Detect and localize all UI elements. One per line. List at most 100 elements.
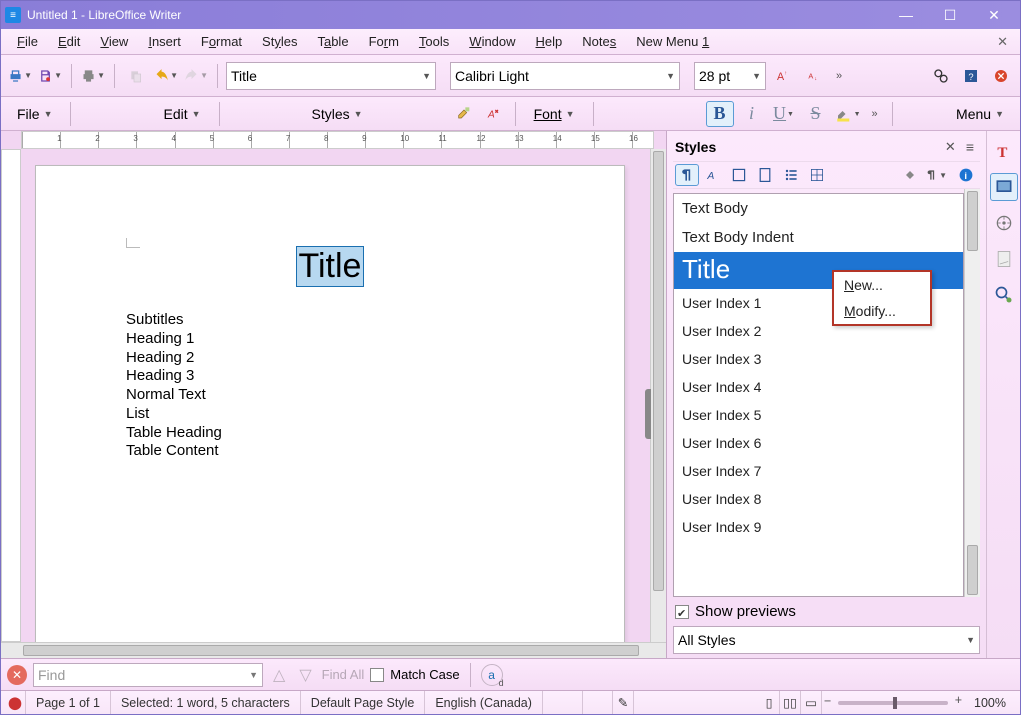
- undo-icon[interactable]: ▼: [153, 62, 179, 90]
- redo-icon[interactable]: ▼: [183, 62, 209, 90]
- doc-line[interactable]: Subtitles: [126, 311, 534, 330]
- menu-tools[interactable]: Tools: [409, 31, 459, 52]
- vertical-scrollbar[interactable]: [650, 149, 666, 642]
- print-icon[interactable]: ▼: [7, 62, 33, 90]
- document-close-icon[interactable]: ✕: [991, 34, 1014, 50]
- menu-view[interactable]: View: [90, 31, 138, 52]
- grow-font-icon[interactable]: A↑: [770, 62, 796, 90]
- doc-line[interactable]: Table Heading: [126, 424, 534, 443]
- tab-properties-icon[interactable]: T: [990, 137, 1018, 165]
- font-size-combo[interactable]: 28 pt ▼: [694, 62, 766, 90]
- horizontal-scrollbar[interactable]: [21, 643, 650, 658]
- doc-line[interactable]: Heading 2: [126, 349, 534, 368]
- paragraph-style-combo[interactable]: Title ▼: [226, 62, 436, 90]
- highlight-color-button[interactable]: ▼: [834, 101, 862, 127]
- status-selection[interactable]: Selected: 1 word, 5 characters: [111, 691, 301, 714]
- find-options-icon[interactable]: a: [481, 664, 503, 686]
- find-all-button[interactable]: Find All: [322, 667, 365, 682]
- tab-page-icon[interactable]: [990, 281, 1018, 309]
- find-close-icon[interactable]: ✕: [7, 665, 27, 685]
- bold-button[interactable]: B: [706, 101, 734, 127]
- context-modify[interactable]: Modify...: [834, 298, 930, 324]
- help-icon[interactable]: ?: [958, 62, 984, 90]
- save-status-icon[interactable]: ⬤: [5, 691, 26, 714]
- view-single-icon[interactable]: ▯: [759, 691, 780, 714]
- file-dropdown[interactable]: File▼: [7, 103, 62, 125]
- toolbar2-overflow-icon[interactable]: »: [866, 108, 884, 120]
- copy-icon[interactable]: [123, 62, 149, 90]
- scroll-thumb[interactable]: [967, 545, 978, 595]
- styles-dropdown[interactable]: Styles▼: [302, 103, 373, 125]
- find-prev-icon[interactable]: △: [269, 665, 289, 685]
- doc-line[interactable]: Table Content: [126, 442, 534, 461]
- find-input[interactable]: Find ▼: [33, 663, 263, 687]
- status-zoom[interactable]: 100%: [964, 691, 1016, 714]
- doc-line[interactable]: Heading 3: [126, 367, 534, 386]
- italic-button[interactable]: i: [738, 101, 766, 127]
- status-insert-mode[interactable]: [543, 691, 583, 714]
- print-direct-icon[interactable]: ▼: [80, 62, 106, 90]
- document-body[interactable]: Subtitles Heading 1 Heading 2 Heading 3 …: [126, 311, 534, 461]
- panel-grip[interactable]: [645, 389, 651, 439]
- menu-table[interactable]: Table: [307, 31, 358, 52]
- signature-icon[interactable]: ✎: [613, 691, 634, 714]
- match-case-checkbox[interactable]: [370, 668, 384, 682]
- style-item[interactable]: User Index 5: [674, 401, 963, 429]
- scroll-thumb[interactable]: [23, 645, 639, 656]
- menu-form[interactable]: Form: [359, 31, 409, 52]
- menu-newmenu1[interactable]: New Menu 1: [626, 31, 719, 52]
- status-language[interactable]: English (Canada): [425, 691, 543, 714]
- panel-close-icon[interactable]: ✕: [939, 139, 962, 155]
- find-next-icon[interactable]: ▽: [295, 665, 315, 685]
- new-style-dropdown-icon[interactable]: ▼: [924, 164, 948, 186]
- style-item[interactable]: User Index 3: [674, 345, 963, 373]
- menu-insert[interactable]: Insert: [138, 31, 191, 52]
- view-book-icon[interactable]: ▭: [801, 691, 822, 714]
- character-styles-icon[interactable]: A: [701, 164, 725, 186]
- info-icon[interactable]: i: [954, 164, 978, 186]
- horizontal-ruler[interactable]: 12345678910111213141516: [21, 131, 654, 149]
- style-item[interactable]: User Index 9: [674, 513, 963, 541]
- toolbar-overflow-icon[interactable]: »: [830, 70, 848, 82]
- close-doc-icon[interactable]: [988, 62, 1014, 90]
- view-multi-icon[interactable]: ▯▯: [780, 691, 801, 714]
- underline-button[interactable]: U▼: [770, 101, 798, 127]
- page-viewport[interactable]: Title Subtitles Heading 1 Heading 2 Head…: [21, 149, 650, 642]
- clone-formatting-icon[interactable]: [451, 100, 477, 128]
- page-styles-icon[interactable]: [753, 164, 777, 186]
- menu-dropdown[interactable]: Menu▼: [946, 103, 1014, 125]
- document-title-text[interactable]: Title: [296, 246, 365, 287]
- scroll-thumb[interactable]: [967, 191, 978, 251]
- menu-styles[interactable]: Styles: [252, 31, 307, 52]
- frame-styles-icon[interactable]: [727, 164, 751, 186]
- style-item[interactable]: User Index 6: [674, 429, 963, 457]
- show-previews-checkbox[interactable]: [675, 605, 689, 619]
- edit-dropdown[interactable]: Edit▼: [153, 103, 210, 125]
- menu-edit[interactable]: Edit: [48, 31, 90, 52]
- clear-formatting-icon[interactable]: A: [481, 100, 507, 128]
- minimize-button[interactable]: —: [884, 1, 928, 29]
- status-page[interactable]: Page 1 of 1: [26, 691, 111, 714]
- styles-list[interactable]: Text Body Text Body Indent Title User In…: [673, 193, 964, 597]
- list-styles-icon[interactable]: [779, 164, 803, 186]
- tab-gallery-icon[interactable]: [990, 209, 1018, 237]
- fill-format-icon[interactable]: [898, 164, 922, 186]
- maximize-button[interactable]: ☐: [928, 1, 972, 29]
- styles-scrollbar[interactable]: [964, 189, 980, 597]
- panel-menu-icon[interactable]: ≡: [962, 139, 978, 155]
- menu-format[interactable]: Format: [191, 31, 252, 52]
- doc-line[interactable]: Heading 1: [126, 330, 534, 349]
- paragraph-styles-icon[interactable]: [675, 164, 699, 186]
- style-item[interactable]: User Index 7: [674, 457, 963, 485]
- style-item[interactable]: Text Body Indent: [674, 223, 963, 252]
- style-item[interactable]: Text Body: [674, 194, 963, 223]
- scroll-thumb[interactable]: [653, 151, 664, 591]
- tab-navigator-icon[interactable]: [990, 245, 1018, 273]
- context-new[interactable]: New...: [834, 272, 930, 298]
- vertical-ruler[interactable]: [1, 149, 21, 642]
- font-name-combo[interactable]: Calibri Light ▼: [450, 62, 680, 90]
- styles-filter-combo[interactable]: All Styles ▼: [673, 626, 980, 654]
- save-icon[interactable]: ▼: [37, 62, 63, 90]
- menu-help[interactable]: Help: [526, 31, 573, 52]
- table-styles-icon[interactable]: [805, 164, 829, 186]
